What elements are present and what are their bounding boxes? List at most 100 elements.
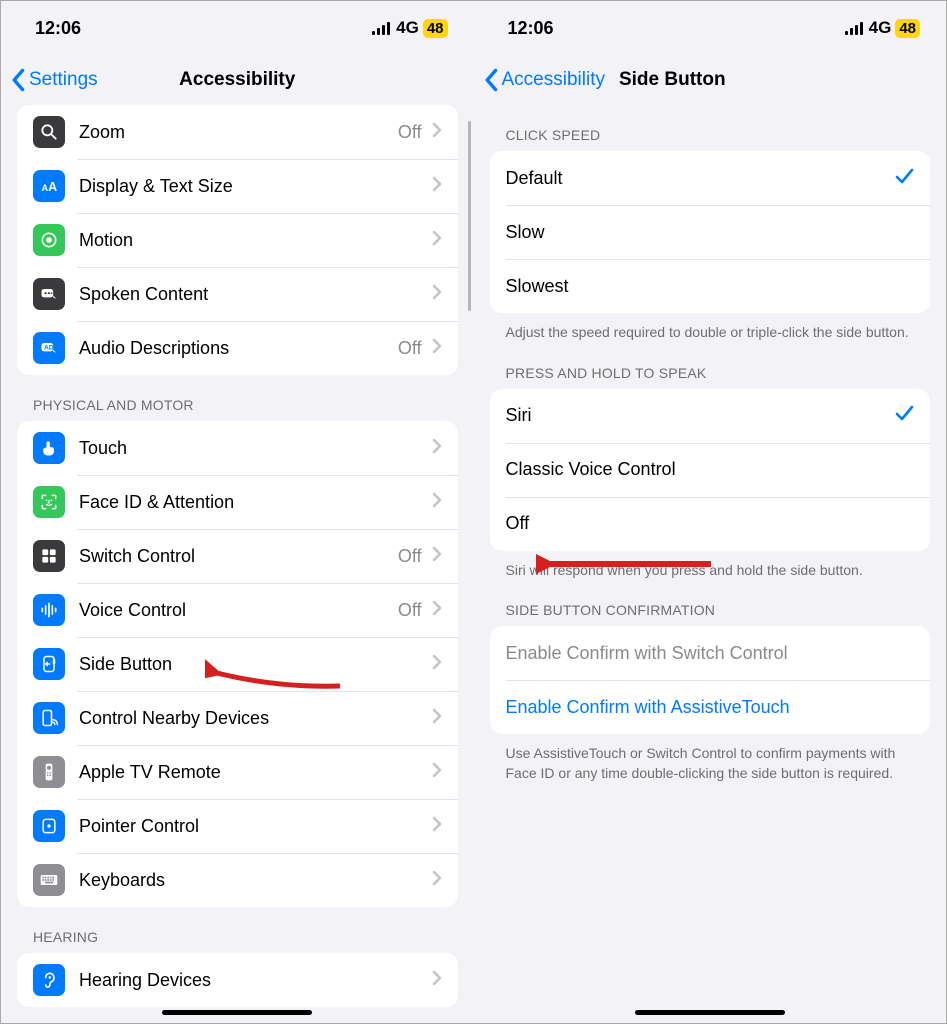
svg-text:AD: AD [44,345,54,352]
settings-list[interactable]: CLICK SPEED Default Slow Slowest Adjust th… [474,105,947,1023]
nav-bar: Settings Accessibility [1,55,474,105]
section-footer-confirmation: Use AssistiveTouch or Switch Control to … [474,734,947,783]
phone-right: 12:06 4G 48 Accessibility Side Button CL… [474,1,947,1023]
cell-default[interactable]: Default [490,151,931,205]
group-confirmation: Enable Confirm with Switch Control Enable… [490,626,931,734]
group-press-hold: Siri Classic Voice Control Off [490,389,931,551]
cell-voice-control[interactable]: Voice ControlOff [17,583,458,637]
nav-bar: Accessibility Side Button [474,55,947,105]
chevron-right-icon [432,122,442,143]
cell-spoken-content[interactable]: Spoken Content [17,267,458,321]
chevron-right-icon [432,230,442,251]
spoken-icon [33,278,65,310]
cell-audio-descriptions[interactable]: AD Audio DescriptionsOff [17,321,458,375]
group-hearing: Hearing Devices [17,953,458,1007]
cell-siri[interactable]: Siri [490,389,931,443]
signal-icon [845,21,865,35]
cell-label: Voice Control [79,600,398,621]
group-click-speed: Default Slow Slowest [490,151,931,313]
chevron-right-icon [432,654,442,675]
chevron-right-icon [432,546,442,567]
cell-zoom[interactable]: ZoomOff [17,105,458,159]
back-button[interactable]: Settings [11,68,98,92]
cell-label: Switch Control [79,546,398,567]
battery-badge: 48 [895,19,920,38]
status-right: 4G 48 [845,18,920,38]
section-footer-press-hold: Siri will respond when you press and hol… [474,551,947,581]
chevron-right-icon [432,870,442,891]
cell-label: Motion [79,230,432,251]
chevron-right-icon [432,600,442,621]
scrollbar-indicator [468,121,471,311]
cell-label: Enable Confirm with Switch Control [506,643,915,664]
section-header-physical: PHYSICAL AND MOTOR [1,375,474,421]
cell-face-id-attention[interactable]: Face ID & Attention [17,475,458,529]
chevron-right-icon [432,338,442,359]
chevron-right-icon [432,708,442,729]
carrier-label: 4G [396,18,419,38]
switchctl-icon [33,540,65,572]
status-bar: 12:06 4G 48 [474,1,947,55]
cell-label: Siri [506,405,895,426]
settings-list[interactable]: ZoomOffAADisplay & Text SizeMotionSpoken… [1,105,474,1023]
phone-left: 12:06 4G 48 Settings Accessibility ZoomO… [1,1,474,1023]
cell-classic-voice-control[interactable]: Classic Voice Control [490,443,931,497]
cell-off[interactable]: Off [490,497,931,551]
cell-label: Apple TV Remote [79,762,432,783]
touch-icon [33,432,65,464]
chevron-right-icon [432,970,442,991]
audiodesc-icon: AD [33,332,65,364]
cell-enable-confirm-with-assistivetouch[interactable]: Enable Confirm with AssistiveTouch [490,680,931,734]
cell-side-button[interactable]: Side Button [17,637,458,691]
checkmark-icon [894,166,914,191]
cell-switch-control[interactable]: Switch ControlOff [17,529,458,583]
chevron-right-icon [432,816,442,837]
group-vision: ZoomOffAADisplay & Text SizeMotionSpoken… [17,105,458,375]
cell-label: Zoom [79,122,398,143]
cell-control-nearby-devices[interactable]: Control Nearby Devices [17,691,458,745]
keyboard-icon [33,864,65,896]
cell-label: Control Nearby Devices [79,708,432,729]
cell-apple-tv-remote[interactable]: Apple TV Remote [17,745,458,799]
section-header-hearing: HEARING [1,907,474,953]
home-indicator[interactable] [635,1010,785,1015]
status-right: 4G 48 [372,18,447,38]
cell-label: Default [506,168,895,189]
hearing-icon [33,964,65,996]
cell-pointer-control[interactable]: Pointer Control [17,799,458,853]
cell-hearing-devices[interactable]: Hearing Devices [17,953,458,1007]
cell-value: Off [398,122,422,143]
motion-icon [33,224,65,256]
cell-touch[interactable]: Touch [17,421,458,475]
cell-motion[interactable]: Motion [17,213,458,267]
cell-label: Off [506,513,915,534]
aa-icon: AA [33,170,65,202]
cell-label: Slowest [506,276,915,297]
section-header-press-hold: PRESS AND HOLD TO SPEAK [474,343,947,389]
cell-slowest[interactable]: Slowest [490,259,931,313]
section-header-confirmation: SIDE BUTTON CONFIRMATION [474,580,947,626]
cell-value: Off [398,600,422,621]
svg-text:A: A [48,180,57,194]
chevron-right-icon [432,284,442,305]
cell-label: Slow [506,222,915,243]
checkmark-icon [894,403,914,428]
home-indicator[interactable] [162,1010,312,1015]
section-header-click-speed: CLICK SPEED [474,105,947,151]
status-time: 12:06 [508,18,554,39]
cell-label: Audio Descriptions [79,338,398,359]
cell-label: Display & Text Size [79,176,432,197]
cell-value: Off [398,338,422,359]
sidebtn-icon [33,648,65,680]
cell-slow[interactable]: Slow [490,205,931,259]
cell-display-text-size[interactable]: AA Display & Text Size [17,159,458,213]
cell-label: Touch [79,438,432,459]
cell-value: Off [398,546,422,567]
group-physical: TouchFace ID & AttentionSwitch ControlOf… [17,421,458,907]
cell-keyboards[interactable]: Keyboards [17,853,458,907]
back-label: Accessibility [502,69,605,91]
back-button[interactable]: Accessibility [484,68,605,92]
section-footer-click-speed: Adjust the speed required to double or t… [474,313,947,343]
cell-label: Spoken Content [79,284,432,305]
carrier-label: 4G [869,18,892,38]
